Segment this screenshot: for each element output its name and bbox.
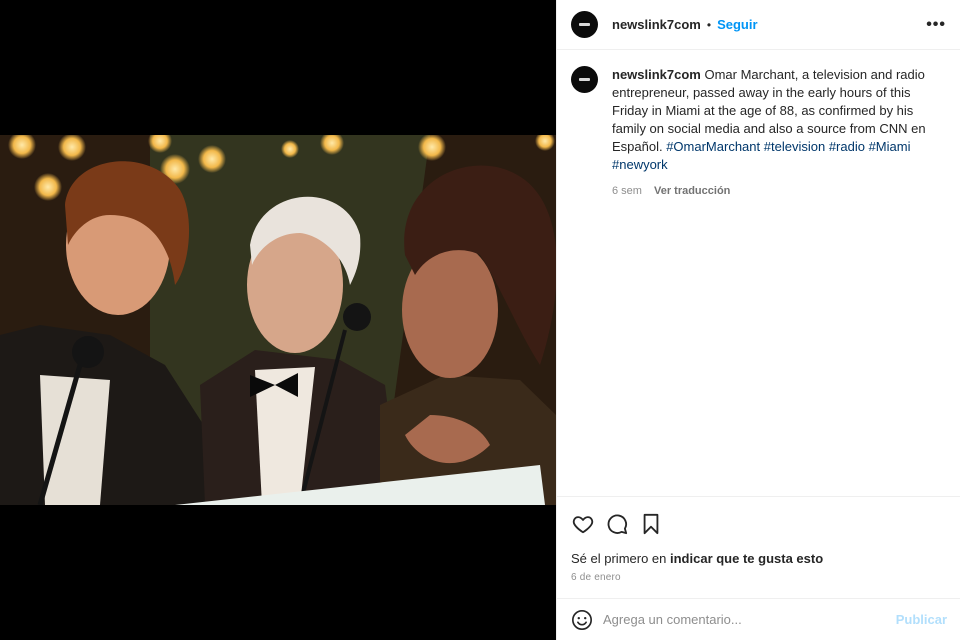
- heart-icon[interactable]: [571, 512, 595, 536]
- hashtag[interactable]: #television: [764, 139, 825, 154]
- hashtag[interactable]: #radio: [829, 139, 865, 154]
- time-ago[interactable]: 6 sem: [612, 185, 642, 197]
- comment-input[interactable]: [603, 612, 896, 627]
- post-details-panel: newslink7com • Seguir ••• newslink7com O…: [556, 0, 960, 640]
- hashtag[interactable]: #newyork: [612, 157, 668, 172]
- likes-prefix: Sé el primero en: [571, 551, 670, 566]
- avatar-logo: [579, 78, 590, 81]
- avatar-logo: [579, 23, 590, 26]
- instagram-post: newslink7com • Seguir ••• newslink7com O…: [0, 0, 960, 640]
- avatar[interactable]: [571, 11, 598, 38]
- bookmark-icon[interactable]: [639, 512, 663, 536]
- likes-line: Sé el primero en indicar que te gusta es…: [571, 551, 823, 566]
- comment-icon[interactable]: [605, 512, 629, 536]
- caption-body: newslink7com Omar Marchant, a television…: [612, 66, 947, 200]
- like-this-link[interactable]: indicar que te gusta esto: [670, 551, 823, 566]
- see-translation-button[interactable]: Ver traducción: [654, 185, 730, 197]
- caption-meta: 6 sem Ver traducción: [612, 182, 947, 200]
- hashtag[interactable]: #OmarMarchant: [666, 139, 760, 154]
- follow-button[interactable]: Seguir: [717, 17, 757, 32]
- caption-text-block: newslink7com Omar Marchant, a television…: [612, 66, 947, 174]
- caption: newslink7com Omar Marchant, a television…: [571, 66, 951, 200]
- post-photo[interactable]: [0, 135, 556, 505]
- smiley-icon[interactable]: [571, 609, 593, 631]
- hashtag[interactable]: #Miami: [869, 139, 911, 154]
- publish-button[interactable]: Publicar: [896, 612, 947, 627]
- media-panel: [0, 0, 556, 640]
- post-date[interactable]: 6 de enero: [571, 572, 621, 583]
- header-username[interactable]: newslink7com: [612, 17, 701, 32]
- caption-avatar[interactable]: [571, 66, 598, 93]
- action-bar: [557, 496, 960, 550]
- comment-bar: Publicar: [557, 598, 960, 640]
- more-options-icon[interactable]: •••: [926, 16, 946, 34]
- caption-username[interactable]: newslink7com: [612, 67, 701, 82]
- separator-dot: •: [706, 17, 712, 32]
- post-header: newslink7com • Seguir •••: [557, 0, 960, 50]
